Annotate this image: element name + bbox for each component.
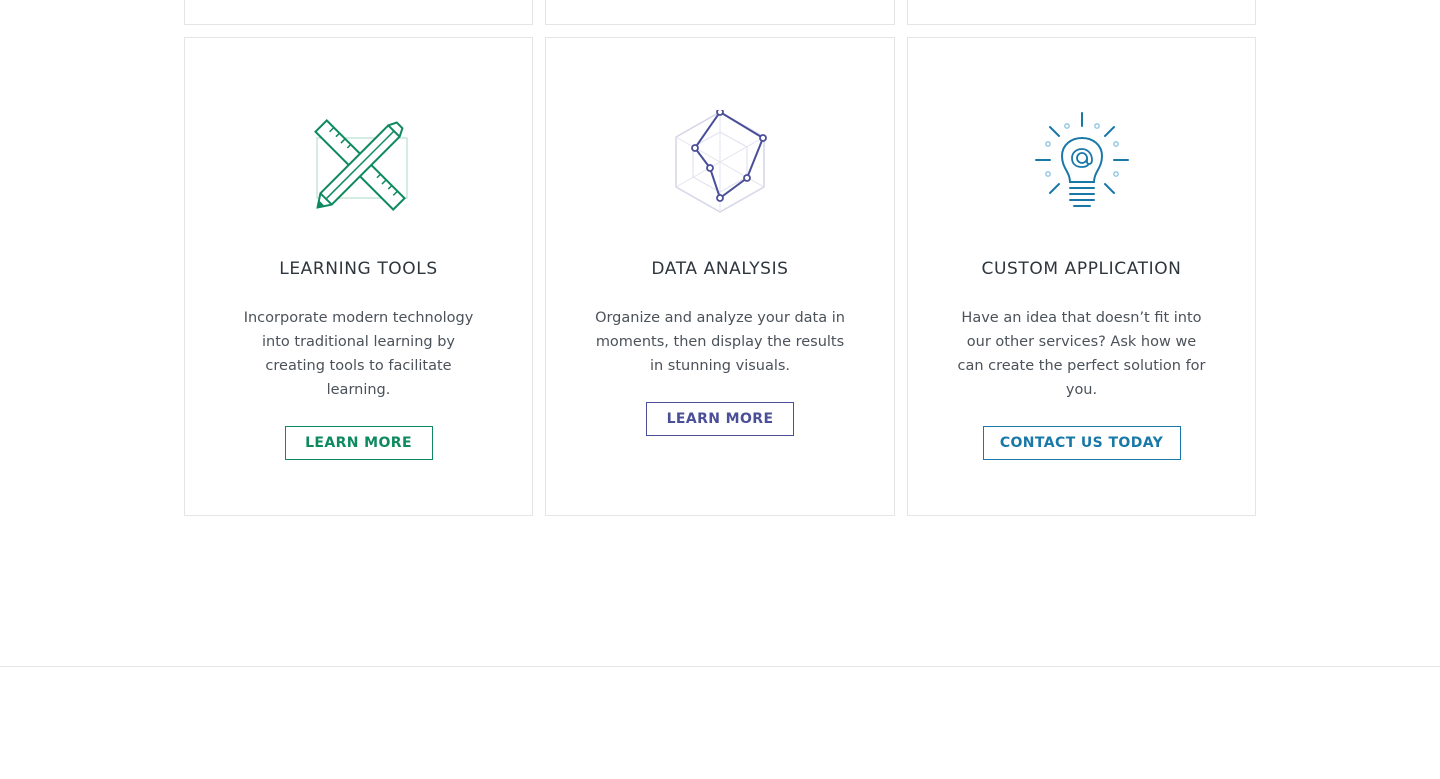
radar-chart-icon — [670, 110, 770, 214]
card-description: Have an idea that doesn’t fit into our o… — [957, 310, 1206, 398]
footer-divider — [0, 666, 1440, 667]
service-card-custom-application: CUSTOM APPLICATION Have an idea that doe… — [907, 37, 1256, 516]
service-card-learning-tools: LEARNING TOOLS Incorporate modern techno… — [184, 37, 533, 516]
service-card-above-2 — [545, 0, 895, 25]
card-description: Organize and analyze your data in moment… — [595, 310, 845, 374]
learn-more-button[interactable]: LEARN MORE — [284, 426, 433, 460]
service-card-data-analysis: DATA ANALYSIS Organize and analyze your … — [545, 37, 895, 516]
service-card-above-1 — [184, 0, 533, 25]
card-title: LEARNING TOOLS — [279, 259, 438, 279]
learn-more-button[interactable]: LEARN MORE — [646, 402, 794, 436]
card-description: Incorporate modern technology into tradi… — [243, 310, 474, 398]
card-title: DATA ANALYSIS — [651, 259, 789, 279]
lightbulb-icon — [1032, 110, 1132, 214]
contact-us-button[interactable]: CONTACT US TODAY — [982, 426, 1181, 460]
service-card-above-3 — [907, 0, 1256, 25]
pencil-ruler-icon — [309, 110, 409, 214]
card-title: CUSTOM APPLICATION — [981, 259, 1182, 279]
